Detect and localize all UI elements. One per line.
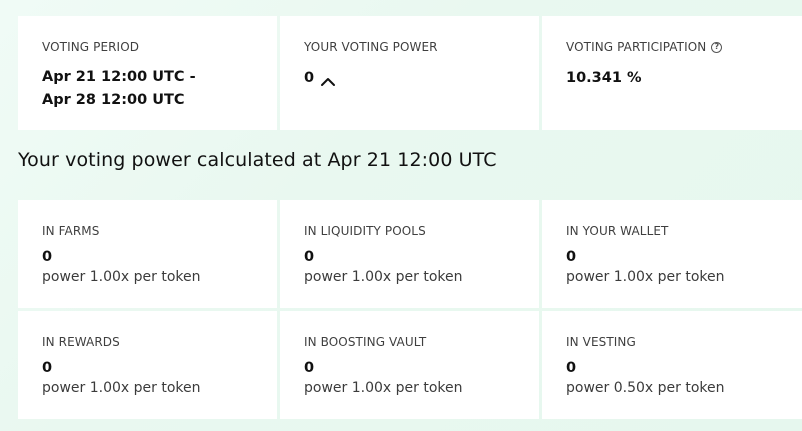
source-value: 0 — [42, 360, 53, 376]
question-circle-icon[interactable]: ? — [711, 41, 723, 53]
power-sources-row-2: IN REWARDS 0 power 1.00x per token IN BO… — [18, 311, 802, 419]
source-label: IN REWARDS — [42, 335, 120, 349]
source-label: IN YOUR WALLET — [566, 224, 669, 238]
source-label: IN LIQUIDITY POOLS — [304, 224, 426, 238]
power-sources-row-1: IN FARMS 0 power 1.00x per token IN LIQU… — [18, 200, 802, 308]
chevron-up-icon[interactable] — [320, 73, 336, 86]
source-multiplier: power 1.00x per token — [304, 269, 463, 285]
source-value: 0 — [304, 360, 315, 376]
voting-power-page: VOTING PERIOD Apr 21 12:00 UTC - Apr 28 … — [0, 0, 802, 431]
voting-power-label: YOUR VOTING POWER — [304, 40, 438, 54]
source-card-liquidity-pools: IN LIQUIDITY POOLS 0 power 1.00x per tok… — [280, 200, 539, 308]
source-card-boosting-vault: IN BOOSTING VAULT 0 power 1.00x per toke… — [280, 311, 539, 419]
source-value: 0 — [304, 249, 315, 265]
voting-participation-value: 10.341 % — [566, 70, 642, 86]
source-card-vesting: IN VESTING 0 power 0.50x per token — [542, 311, 802, 419]
source-multiplier: power 1.00x per token — [304, 380, 463, 396]
source-value: 0 — [566, 249, 577, 265]
source-label: IN FARMS — [42, 224, 100, 238]
source-multiplier: power 1.00x per token — [566, 269, 725, 285]
source-label: IN VESTING — [566, 335, 636, 349]
voting-period-start: Apr 21 12:00 UTC - — [42, 69, 196, 85]
voting-period-label: VOTING PERIOD — [42, 40, 140, 54]
source-multiplier: power 1.00x per token — [42, 380, 201, 396]
source-label: IN BOOSTING VAULT — [304, 335, 427, 349]
source-multiplier: power 0.50x per token — [566, 380, 725, 396]
voting-participation-label-row: VOTING PARTICIPATION ? — [566, 40, 778, 54]
source-multiplier: power 1.00x per token — [42, 269, 201, 285]
source-value: 0 — [566, 360, 577, 376]
voting-power-value: 0 — [304, 70, 315, 86]
source-card-farms: IN FARMS 0 power 1.00x per token — [18, 200, 277, 308]
voting-participation-card: VOTING PARTICIPATION ? 10.341 % — [542, 16, 802, 130]
voting-participation-label: VOTING PARTICIPATION — [566, 40, 707, 54]
voting-period-value: Apr 21 12:00 UTC - Apr 28 12:00 UTC — [42, 66, 253, 112]
summary-row: VOTING PERIOD Apr 21 12:00 UTC - Apr 28 … — [18, 16, 802, 130]
voting-period-end: Apr 28 12:00 UTC — [42, 92, 185, 108]
source-card-wallet: IN YOUR WALLET 0 power 1.00x per token — [542, 200, 802, 308]
voting-period-card: VOTING PERIOD Apr 21 12:00 UTC - Apr 28 … — [18, 16, 277, 130]
source-card-rewards: IN REWARDS 0 power 1.00x per token — [18, 311, 277, 419]
source-value: 0 — [42, 249, 53, 265]
voting-power-value-row: 0 — [304, 67, 515, 90]
voting-power-card: YOUR VOTING POWER 0 — [280, 16, 539, 130]
voting-power-heading: Your voting power calculated at Apr 21 1… — [18, 149, 497, 171]
